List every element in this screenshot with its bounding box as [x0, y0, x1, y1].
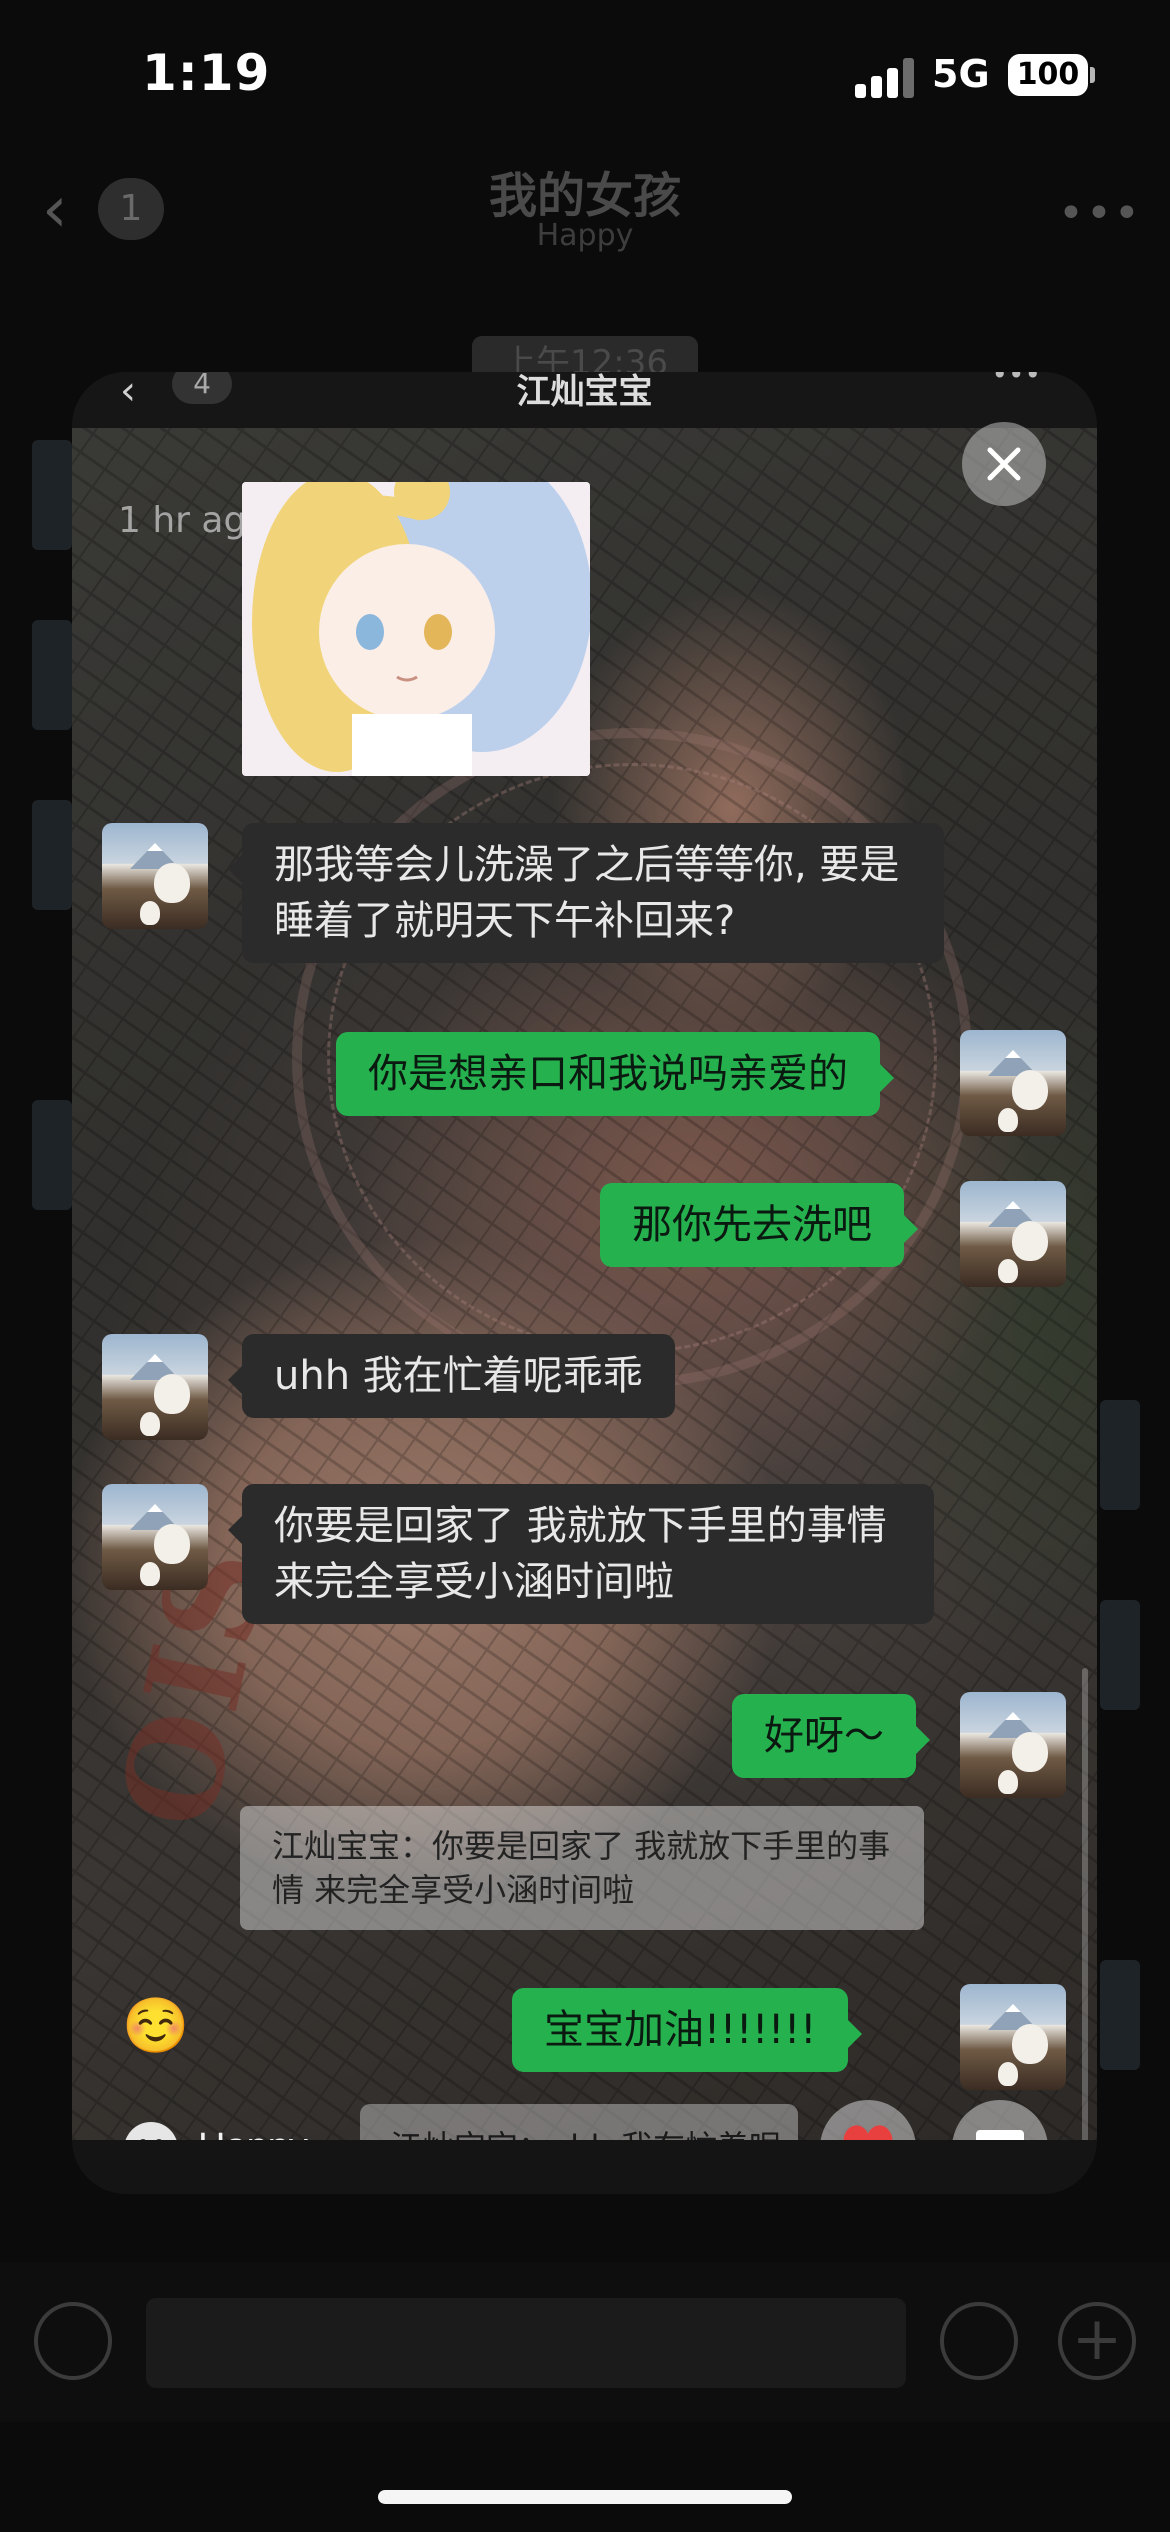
contact-avatar[interactable] — [102, 1484, 208, 1590]
message-input[interactable] — [146, 2298, 906, 2388]
comment-ticker: 江灿宝宝：uhh 我在忙着呢 — [360, 2104, 798, 2140]
comment-icon — [976, 2130, 1024, 2140]
close-button[interactable] — [962, 422, 1046, 506]
chat-title: 我的女孩 — [488, 168, 681, 224]
status-time: 1:19 — [142, 44, 271, 102]
my-avatar[interactable] — [960, 1984, 1066, 2090]
moment-viewer: ‹ 4 江灿宝宝 ••• OIS 1 hr ago 那我等会儿洗澡了之后等等你,… — [72, 372, 1097, 2194]
network-type: 5G — [932, 52, 990, 96]
moment-titlebar: ‹ 4 江灿宝宝 ••• — [72, 372, 1097, 432]
voice-icon[interactable] — [34, 2302, 112, 2380]
background-avatar — [32, 1100, 72, 1210]
moment-photo: OIS 1 hr ago 那我等会儿洗澡了之后等等你, 要是睡着了就明天下午补回… — [72, 428, 1097, 2140]
background-avatar — [32, 800, 72, 910]
message-bubble[interactable]: 那我等会儿洗澡了之后等等你, 要是睡着了就明天下午补回来? — [228, 823, 944, 963]
background-avatar — [32, 440, 72, 550]
more-icon[interactable]: ••• — [1058, 188, 1142, 239]
heart-icon — [843, 2125, 893, 2140]
background-avatar — [1100, 1400, 1140, 1510]
message-bubble[interactable]: uhh 我在忙着呢乖乖 — [228, 1334, 675, 1418]
battery-tip — [1090, 67, 1095, 83]
anime-sticker-image — [242, 482, 590, 776]
battery-icon: 100 — [1008, 54, 1088, 96]
message-input-bar: + — [0, 2262, 1170, 2422]
close-icon — [987, 447, 1021, 481]
background-avatar — [32, 620, 72, 730]
background-avatar — [1100, 1960, 1140, 2070]
message-bubble[interactable]: 好呀～ — [732, 1694, 930, 1778]
smiley-icon — [124, 2122, 178, 2140]
chat-header: ‹ 1 我的女孩 Happy ••• — [0, 150, 1170, 270]
my-avatar[interactable] — [960, 1181, 1066, 1287]
moment-more-icon[interactable]: ••• — [991, 372, 1041, 391]
cellular-signal-icon — [855, 58, 915, 98]
message-bubble[interactable]: 你是想亲口和我说吗亲爱的 — [336, 1032, 894, 1116]
message-bubble[interactable]: 你要是回家了 我就放下手里的事情 来完全享受小涵时间啦 — [228, 1484, 934, 1624]
contact-avatar[interactable] — [102, 1334, 208, 1440]
message-bubble[interactable]: 宝宝加油!!!!!!! — [512, 1988, 863, 2072]
scrollbar[interactable] — [1082, 1668, 1088, 2140]
plus-icon[interactable]: + — [1058, 2302, 1136, 2380]
quoted-message[interactable]: 江灿宝宝：你要是回家了 我就放下手里的事情 来完全享受小涵时间啦 — [240, 1806, 924, 1930]
message-bubble[interactable]: 那你先去洗吧 — [600, 1183, 918, 1267]
home-indicator[interactable] — [378, 2490, 792, 2504]
status-bar: 1:19 5G 100 — [0, 0, 1170, 150]
contact-avatar[interactable] — [102, 823, 208, 929]
moment-title: 江灿宝宝 — [516, 372, 653, 412]
chat-status: Happy — [536, 218, 634, 253]
my-avatar[interactable] — [960, 1030, 1066, 1136]
background-avatar — [1100, 1600, 1140, 1710]
my-avatar[interactable] — [960, 1692, 1066, 1798]
reaction-emoji: ☺️ — [122, 1994, 190, 2057]
emoji-icon[interactable] — [940, 2302, 1018, 2380]
mood-label: Happy — [198, 2126, 308, 2140]
